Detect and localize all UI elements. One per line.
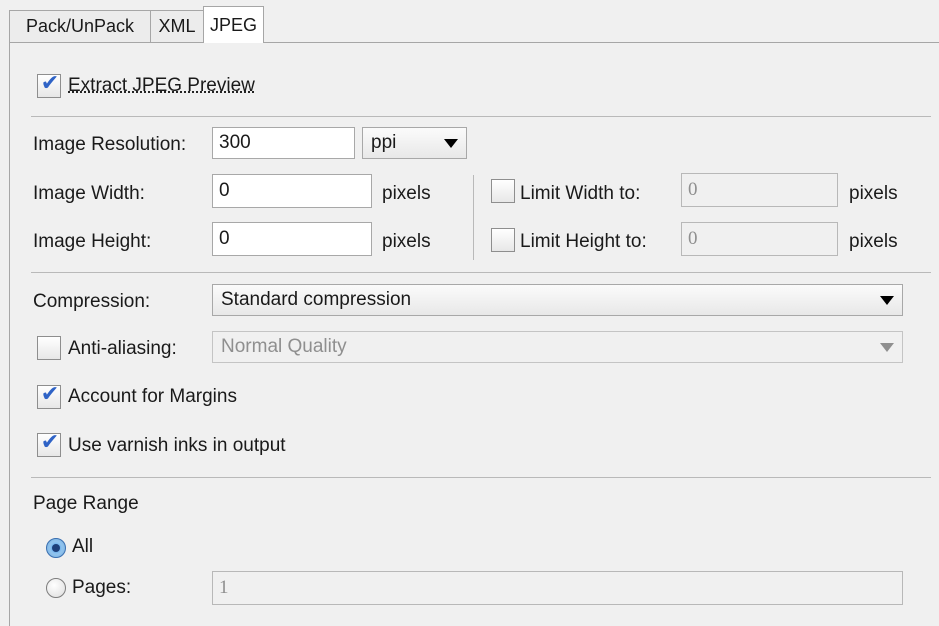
chevron-down-icon <box>880 296 894 305</box>
use-varnish-inks-checkbox[interactable]: ✔ <box>37 430 61 457</box>
page-range-title: Page Range <box>33 493 139 514</box>
anti-aliasing-value: Normal Quality <box>221 336 347 357</box>
anti-aliasing-select[interactable]: Normal Quality <box>212 331 903 363</box>
tab-label: Pack/UnPack <box>25 16 135 36</box>
all-pages-radio[interactable] <box>46 538 66 558</box>
limit-height-label: Limit Height to: <box>520 231 647 252</box>
compression-select[interactable]: Standard compression <box>212 284 903 316</box>
image-width-unit: pixels <box>382 183 431 204</box>
radio-selected-dot <box>52 544 60 552</box>
anti-aliasing-label: Anti-aliasing: <box>68 338 177 359</box>
limit-width-label: Limit Width to: <box>520 183 641 204</box>
tab-label: JPEG <box>209 14 257 35</box>
chevron-down-icon <box>444 139 458 148</box>
compression-value: Standard compression <box>221 289 412 310</box>
tab-pack-unpack[interactable]: Pack/UnPack <box>9 10 151 42</box>
limit-width-unit: pixels <box>849 183 898 204</box>
extract-jpeg-preview-checkbox[interactable]: ✔ <box>37 71 61 98</box>
pages-input[interactable]: 1 <box>212 571 903 605</box>
compression-label: Compression: <box>33 291 151 312</box>
account-for-margins-label: Account for Margins <box>68 386 237 407</box>
image-height-label: Image Height: <box>33 231 152 252</box>
limit-height-input[interactable]: 0 <box>681 222 838 256</box>
image-width-label: Image Width: <box>33 183 145 204</box>
pages-radio[interactable] <box>46 578 66 598</box>
limit-height-unit: pixels <box>849 231 898 252</box>
resolution-unit-value: ppi <box>371 132 397 153</box>
chevron-down-icon <box>880 343 894 352</box>
checkmark-icon: ✔ <box>40 71 60 96</box>
limit-width-input[interactable]: 0 <box>681 173 838 207</box>
vertical-divider <box>473 175 474 260</box>
image-resolution-input[interactable]: 300 <box>212 127 355 159</box>
tab-label: XML <box>158 16 196 36</box>
use-varnish-inks-label: Use varnish inks in output <box>68 435 286 456</box>
extract-jpeg-preview-label: Extract JPEG Preview <box>68 75 255 96</box>
resolution-unit-select[interactable]: ppi <box>362 127 467 159</box>
image-resolution-label: Image Resolution: <box>33 134 187 155</box>
image-width-input[interactable]: 0 <box>212 174 372 208</box>
limit-height-checkbox[interactable] <box>491 228 515 252</box>
pages-label: Pages: <box>72 577 132 598</box>
tab-xml[interactable]: XML <box>150 10 204 42</box>
limit-width-checkbox[interactable] <box>491 179 515 203</box>
image-height-input[interactable]: 0 <box>212 222 372 256</box>
account-for-margins-checkbox[interactable]: ✔ <box>37 382 61 409</box>
all-pages-label: All <box>72 536 94 557</box>
checkmark-icon: ✔ <box>40 430 60 455</box>
divider <box>31 477 931 478</box>
divider <box>31 272 931 273</box>
anti-aliasing-checkbox[interactable] <box>37 336 61 360</box>
image-height-unit: pixels <box>382 231 431 252</box>
divider <box>31 116 931 117</box>
checkmark-icon: ✔ <box>40 382 60 407</box>
tab-jpeg[interactable]: JPEG <box>203 6 264 43</box>
